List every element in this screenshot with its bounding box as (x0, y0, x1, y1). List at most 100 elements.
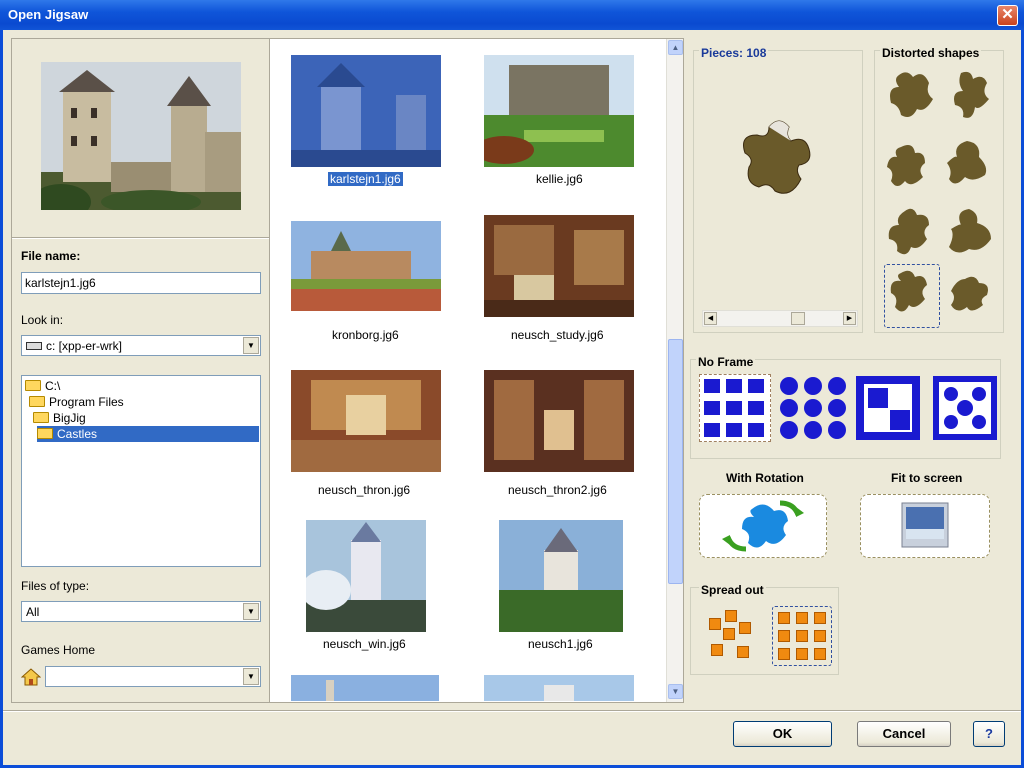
scrollbar-thumb[interactable] (668, 339, 683, 584)
shape-option[interactable] (885, 205, 939, 267)
piece-square (739, 622, 751, 634)
piece-square (709, 618, 721, 630)
frame-option-border[interactable] (854, 374, 926, 442)
thumbnail-image[interactable] (291, 675, 439, 701)
files-of-type-value: All (26, 605, 40, 619)
screen-icon (901, 502, 949, 548)
file-name-label: File name: (21, 249, 81, 263)
slider-thumb[interactable] (791, 312, 805, 325)
piece-square (796, 612, 808, 624)
frame-group: No Frame (690, 355, 1003, 459)
cancel-button[interactable]: Cancel (857, 721, 951, 747)
tree-item-castles[interactable]: Castles (37, 426, 259, 442)
piece-square (778, 630, 790, 642)
scroll-down-icon[interactable]: ▼ (668, 684, 683, 699)
thumbnail-image[interactable] (484, 55, 634, 167)
open-jigsaw-window: Open Jigsaw ✕ File name: karlstejn1.jg6 … (0, 0, 1024, 768)
thumbnail-caption[interactable]: neusch_thron2.jg6 (508, 483, 607, 497)
fit-to-screen-option[interactable] (860, 494, 990, 558)
file-panel: File name: karlstejn1.jg6 Look in: c: [x… (11, 38, 271, 703)
ok-button[interactable]: OK (733, 721, 832, 747)
file-name-input[interactable]: karlstejn1.jg6 (21, 272, 261, 294)
thumbnail-image[interactable] (484, 215, 634, 317)
files-of-type-select[interactable]: All ▼ (21, 601, 261, 622)
frame-option-none[interactable] (699, 374, 771, 442)
shape-option[interactable] (885, 67, 939, 129)
preview-image (41, 62, 241, 210)
chevron-down-icon[interactable]: ▼ (243, 668, 259, 685)
games-home-label: Games Home (21, 643, 96, 657)
thumbnail-image[interactable] (484, 675, 634, 701)
piece-square (796, 648, 808, 660)
thumbnail-caption[interactable]: neusch_win.jg6 (323, 637, 406, 651)
chevron-down-icon[interactable]: ▼ (243, 603, 259, 620)
piece-square (778, 612, 790, 624)
dialog-body: File name: karlstejn1.jg6 Look in: c: [x… (3, 30, 1021, 765)
vertical-scrollbar[interactable]: ▲ ▼ (666, 39, 683, 702)
thumbnail-caption[interactable]: neusch_study.jg6 (511, 328, 604, 342)
thumbnail-caption[interactable]: neusch_thron.jg6 (318, 483, 410, 497)
frame-option-border-pieces[interactable] (931, 374, 1003, 442)
thumbnail-image[interactable] (291, 221, 441, 311)
thumbnail-image[interactable] (499, 520, 623, 632)
chevron-right-icon[interactable]: ▶ (843, 312, 856, 325)
close-button[interactable]: ✕ (997, 5, 1018, 26)
thumbnail-caption[interactable]: kronborg.jg6 (332, 328, 399, 342)
frame-option-pieces[interactable] (777, 374, 849, 442)
tree-item-c-drive[interactable]: C:\ (25, 378, 60, 394)
shape-option[interactable] (943, 267, 997, 329)
spread-option-scattered[interactable] (703, 606, 763, 666)
spread-out-label: Spread out (699, 583, 766, 597)
pieces-slider[interactable]: ◀ ▶ (702, 310, 858, 327)
games-home-select[interactable]: ▼ (45, 666, 261, 687)
thumbnail-list[interactable]: karlstejn1.jg6 kellie.jg6 kronborg.jg6 n… (269, 38, 684, 703)
piece-square (725, 610, 737, 622)
fit-to-screen-label: Fit to screen (891, 471, 963, 485)
rotation-label: With Rotation (726, 471, 804, 485)
thumbnail-image[interactable] (291, 55, 441, 167)
piece-square (737, 646, 749, 658)
shape-option[interactable] (943, 137, 997, 199)
title-bar[interactable]: Open Jigsaw ✕ (0, 0, 1024, 30)
thumbnail-caption[interactable]: neusch1.jg6 (528, 637, 593, 651)
shape-option[interactable] (885, 137, 939, 199)
chevron-left-icon[interactable]: ◀ (704, 312, 717, 325)
shape-option[interactable] (943, 67, 997, 129)
thumbnail-caption[interactable]: karlstejn1.jg6 (328, 172, 403, 186)
shape-option-selected[interactable] (884, 264, 940, 328)
thumbnail-caption[interactable]: kellie.jg6 (536, 172, 583, 186)
thumbnail-image[interactable] (306, 520, 426, 632)
window-title: Open Jigsaw (8, 7, 89, 22)
chevron-down-icon[interactable]: ▼ (243, 337, 259, 354)
separator (12, 237, 270, 239)
home-icon[interactable] (20, 667, 42, 687)
look-in-select[interactable]: c: [xpp-er-wrk] ▼ (21, 335, 261, 356)
help-button[interactable]: ? (973, 721, 1005, 747)
folder-tree[interactable]: C:\ Program Files BigJig Castles (21, 375, 261, 567)
look-in-value: c: [xpp-er-wrk] (46, 339, 123, 353)
pieces-group: Pieces: 108 ◀ ▶ (693, 46, 863, 333)
tree-item-program-files[interactable]: Program Files (29, 394, 124, 410)
look-in-label: Look in: (21, 313, 64, 327)
jigsaw-piece-icon (743, 120, 811, 194)
rotation-icon (722, 500, 804, 552)
thumbnail-image[interactable] (291, 370, 441, 472)
rotation-option[interactable] (699, 494, 827, 558)
drive-icon (26, 342, 42, 350)
spread-option-grid[interactable] (772, 606, 832, 666)
piece-square (814, 612, 826, 624)
piece-square (778, 648, 790, 660)
files-of-type-label: Files of type: (21, 579, 90, 593)
scroll-up-icon[interactable]: ▲ (668, 40, 683, 55)
shape-option[interactable] (943, 205, 997, 267)
thumbnail-image[interactable] (484, 370, 634, 472)
tree-item-bigjig[interactable]: BigJig (33, 410, 86, 426)
folder-open-icon (29, 396, 45, 407)
distorted-shapes-group: Distorted shapes (874, 46, 1004, 333)
piece-square (711, 644, 723, 656)
frame-label: No Frame (696, 355, 756, 369)
piece-square (814, 648, 826, 660)
folder-open-icon (37, 428, 53, 439)
folder-open-icon (33, 412, 49, 423)
pieces-count-label: Pieces: 108 (699, 46, 769, 60)
